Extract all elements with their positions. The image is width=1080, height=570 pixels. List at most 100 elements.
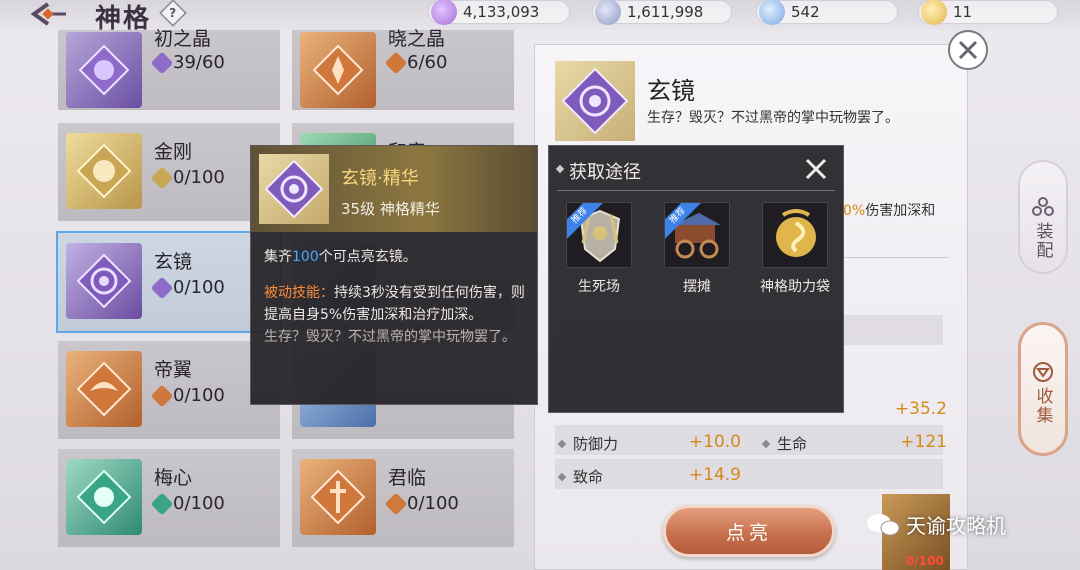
tab-equip[interactable]: 装配: [1018, 160, 1068, 274]
card-name: 金刚: [154, 141, 193, 163]
source-label: 生死场: [578, 279, 620, 295]
close-button[interactable]: [948, 30, 988, 70]
acquire-close-button[interactable]: [801, 154, 831, 184]
detail-name: 玄镜: [647, 77, 695, 105]
effect-text: 伤害加深和: [865, 203, 936, 219]
card-name: 初之晶: [154, 28, 212, 50]
gem-icon: [384, 51, 408, 74]
stat-defense-value: +10.0: [688, 432, 741, 452]
gem-icon: [150, 166, 174, 189]
stat-label: 防御力: [573, 435, 619, 453]
card-xuan-jing[interactable]: 玄镜 0/100: [56, 231, 282, 333]
stat-label: 生命: [777, 435, 808, 453]
acquire-title: 获取途径: [569, 162, 641, 183]
card-name: 晓之晶: [388, 28, 446, 50]
emblem-gold-icon: [66, 133, 142, 209]
source-arena[interactable]: 推荐 生死场: [563, 202, 635, 296]
diamond-icon: [555, 164, 565, 174]
tab-label: 收集: [1032, 387, 1053, 425]
cloud-token-icon: [759, 0, 785, 25]
help-button[interactable]: ?: [159, 0, 187, 27]
xuan-jing-icon: [561, 67, 629, 135]
stat-label: 致命: [573, 468, 604, 486]
collect-line: 集齐100个可点亮玄镜。: [264, 246, 526, 268]
close-icon: [805, 158, 827, 180]
gem-icon: [150, 276, 174, 299]
source-thumb: 推荐: [566, 202, 632, 268]
source-stall[interactable]: 推荐 摆摊: [661, 202, 733, 296]
card-name: 君临: [388, 467, 427, 489]
card-chu-zhi-jing[interactable]: 初之晶 39/60: [58, 28, 280, 110]
card-name: 帝翼: [154, 359, 193, 381]
collect-number: 100: [292, 249, 319, 265]
silver-coin-icon: [595, 0, 621, 25]
bullet-icon: [761, 439, 771, 448]
card-xiao-zhi-jing[interactable]: 晓之晶 6/60: [292, 28, 514, 110]
card-mei-xin[interactable]: 梅心 0/100: [58, 449, 280, 547]
acquire-popup: 获取途径 推荐 生死场 推荐 摆摊 神格助力袋: [548, 145, 844, 413]
emblem-orange-icon: [300, 459, 376, 535]
card-count: 0/100: [150, 166, 225, 189]
bullet-icon: [557, 472, 567, 481]
stat-crit-value: +14.9: [688, 465, 741, 485]
card-count: 0/100: [150, 384, 225, 407]
tooltip-level: 35级 神格精华: [341, 200, 440, 218]
effect-percent: 0%: [843, 203, 866, 219]
currency-cloud-token[interactable]: 542: [756, 0, 898, 25]
emblem-purple-icon: [66, 243, 142, 319]
emblem-orange-icon: [300, 32, 376, 108]
detail-icon-frame: [555, 61, 635, 141]
card-count-value: 39/60: [173, 52, 225, 73]
back-arrow-icon: [30, 2, 66, 26]
skill-line: 被动技能：持续3秒没有受到任何伤害，则提高自身5%伤害加深和治疗加深。: [264, 282, 526, 326]
skill-label: 被动技能：: [264, 285, 334, 301]
emblem-purple-icon: [66, 32, 142, 108]
crystal-icon: [431, 0, 457, 25]
help-label: ?: [169, 5, 177, 21]
divider: [557, 190, 835, 191]
tooltip-icon-frame: [259, 154, 329, 224]
detail-description: 生存？毁灭？不过黑帝的掌中玩物罢了。: [647, 110, 899, 126]
currency-value: 1,611,998: [627, 3, 704, 21]
card-count: 0/100: [384, 492, 459, 515]
card-jun-lin[interactable]: 君临 0/100: [292, 449, 514, 547]
watermark: 天谕攻略机: [866, 510, 1006, 539]
stat-hp: 生命: [761, 433, 808, 454]
stat-hp-value: +121: [900, 432, 947, 452]
currency-silver[interactable]: 1,611,998: [592, 0, 732, 25]
gem-icon: [150, 492, 174, 515]
currency-value: 4,133,093: [463, 3, 540, 21]
stat-upper-value: +35.2: [894, 399, 947, 419]
currency-value: 11: [953, 3, 973, 21]
bullet-icon: [557, 439, 567, 448]
stat-defense: 防御力: [557, 433, 619, 454]
card-count-value: 0/100: [407, 493, 459, 514]
collect-icon: [1033, 362, 1053, 382]
close-icon: [958, 40, 978, 60]
tooltip-name: 玄镜·精华: [341, 168, 419, 189]
stat-row-bg: [555, 459, 943, 489]
card-count: 0/100: [150, 276, 225, 299]
currency-gold[interactable]: 11: [918, 0, 1058, 25]
currency-value: 542: [791, 3, 820, 21]
currency-crystal[interactable]: 4,133,093: [428, 0, 570, 25]
emblem-green-icon: [66, 459, 142, 535]
source-thumb: 推荐: [664, 202, 730, 268]
tab-collect[interactable]: 收集: [1018, 322, 1068, 456]
card-count-value: 0/100: [173, 167, 225, 188]
light-up-button[interactable]: 点亮: [663, 505, 835, 557]
tab-label: 装配: [1032, 222, 1053, 260]
source-label: 摆摊: [683, 279, 711, 295]
card-jin-gang[interactable]: 金刚 0/100: [58, 123, 280, 221]
emblem-orange-icon: [66, 351, 142, 427]
card-di-yi[interactable]: 帝翼 0/100: [58, 341, 280, 439]
card-count-value: 6/60: [407, 52, 448, 73]
card-count: 0/100: [150, 492, 225, 515]
cluster-icon: [1032, 197, 1054, 216]
source-help-bag[interactable]: 神格助力袋: [759, 202, 831, 296]
card-name: 玄镜: [154, 251, 193, 273]
source-thumb: [762, 202, 828, 268]
back-button[interactable]: [30, 0, 70, 28]
corner-count: 0/100: [906, 554, 944, 568]
chat-bubble-icon: [867, 513, 900, 535]
